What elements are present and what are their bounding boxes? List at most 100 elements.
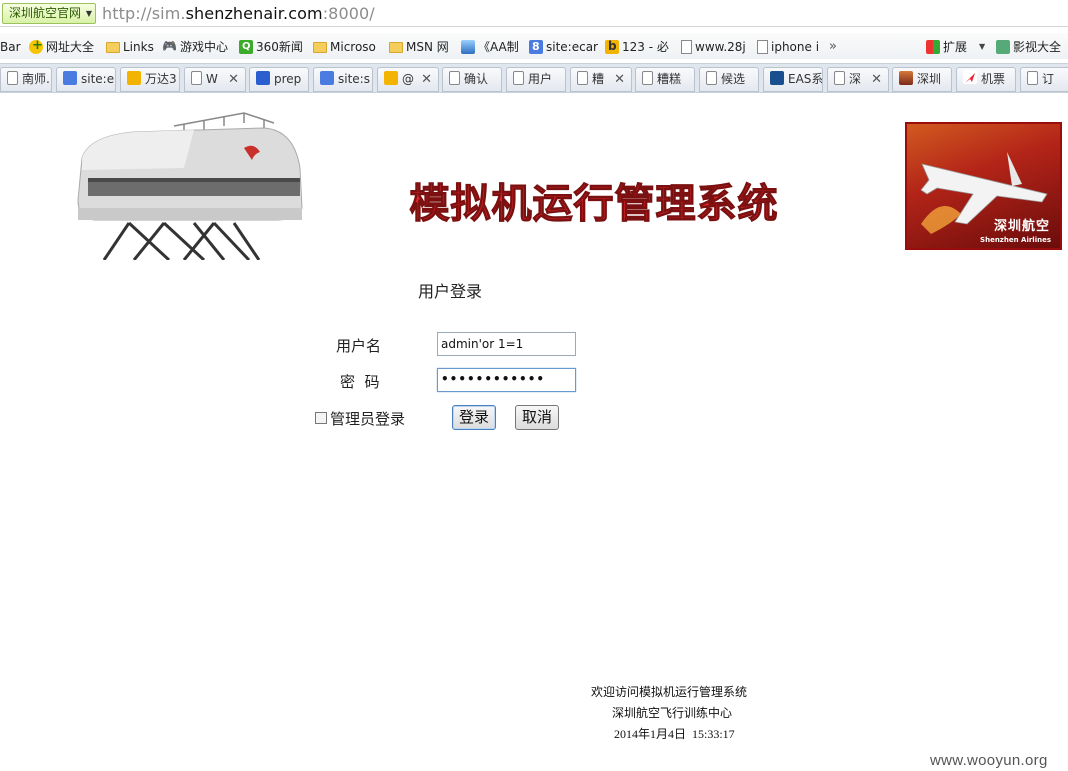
site-badge-dropdown[interactable]: 深圳航空官网 ▼ <box>2 3 97 24</box>
cancel-button[interactable]: 取消 <box>515 405 560 430</box>
tab-label: site:e <box>81 72 115 86</box>
close-icon[interactable]: ✕ <box>871 68 882 91</box>
tab-label: 万达3 <box>145 72 177 86</box>
plus-icon <box>29 37 43 55</box>
close-icon[interactable]: ✕ <box>421 68 432 91</box>
tab[interactable]: 确认 <box>442 67 502 92</box>
bookmark-iphone[interactable]: iphone i <box>757 38 819 56</box>
page-icon <box>757 40 768 54</box>
page-icon <box>191 71 202 85</box>
video-bookmark[interactable]: 影视大全 <box>996 38 1061 56</box>
news-icon <box>239 38 253 56</box>
photo-icon <box>899 71 913 85</box>
tab[interactable]: 糟糕 <box>635 67 695 92</box>
bookmark-360-news[interactable]: 360新闻 <box>239 38 303 56</box>
tab-label: prep <box>274 72 302 86</box>
tab-label: site:s <box>338 72 370 86</box>
bookmark-aa[interactable]: 《AA制 <box>461 38 519 56</box>
tab[interactable]: 万达3 <box>120 67 180 92</box>
tab[interactable]: site:e <box>56 67 116 92</box>
login-button[interactable]: 登录 <box>452 405 497 430</box>
folder-icon <box>389 41 403 53</box>
username-label: 用户名 <box>336 337 382 355</box>
tab[interactable]: 糟 ✕ <box>570 67 632 92</box>
page-icon <box>681 40 692 54</box>
tab[interactable]: 机票 <box>956 67 1016 92</box>
tab[interactable]: prep <box>249 67 309 92</box>
extensions-label: 扩展 <box>943 40 968 54</box>
video-label: 影视大全 <box>1013 40 1062 54</box>
game-controller-icon <box>162 37 177 55</box>
tab[interactable]: 订 <box>1020 67 1068 92</box>
bookmark-label: Microso <box>330 40 376 54</box>
video-icon <box>996 40 1010 54</box>
bing-icon <box>605 37 619 55</box>
bookmark-123[interactable]: 123 - 必 <box>605 37 669 56</box>
tab-label: 候选 <box>721 72 746 86</box>
flight-simulator-image <box>74 108 304 262</box>
bookmark-label: 《AA制 <box>478 40 519 54</box>
login-title: 用户登录 <box>418 282 483 301</box>
tab-label: 糟糕 <box>657 72 682 86</box>
extensions-icon <box>926 40 940 54</box>
tab-label: EAS系 <box>788 72 823 86</box>
bookmark-games[interactable]: 游戏中心 <box>162 37 228 56</box>
bookmarks-bar: Bar 网址大全 Links 游戏中心 360新闻 Microso MSN 网 … <box>0 33 1068 59</box>
username-input[interactable] <box>437 332 576 356</box>
tab[interactable]: 深 ✕ <box>827 67 889 92</box>
logo-text: 深圳航空 <box>993 219 1050 234</box>
bookmark-site-ecar[interactable]: site:ecar <box>529 38 598 56</box>
shenzhen-airlines-logo: 深圳航空 Shenzhen Airlines <box>905 122 1062 250</box>
url-host: shenzhenair.com <box>185 4 323 23</box>
tab[interactable]: 候选 <box>699 67 759 92</box>
tab[interactable]: 南师. <box>0 67 52 92</box>
tab-label: 糟 <box>592 72 605 86</box>
url-suffix: :8000/ <box>322 4 375 23</box>
tab-label: @ <box>402 72 414 86</box>
bookmark-msn[interactable]: MSN 网 <box>389 38 449 56</box>
bookmarks-overflow-button[interactable]: » <box>829 38 837 56</box>
photo-icon <box>461 40 475 54</box>
search-icon <box>320 71 334 85</box>
folder-icon <box>313 41 327 53</box>
url-field[interactable]: http://sim.shenzhenair.com:8000/ <box>102 4 375 23</box>
banner-title-text: 模拟机运行管理系统 <box>410 181 779 227</box>
page-icon <box>449 71 460 85</box>
bookmark-www28j[interactable]: www.28j <box>681 38 746 56</box>
page-icon <box>706 71 717 85</box>
tab[interactable]: 用户 <box>506 67 566 92</box>
close-icon[interactable]: ✕ <box>228 68 239 91</box>
tab-label: 机票 <box>981 72 1006 86</box>
bookmark-links[interactable]: Links <box>106 38 154 56</box>
plane-icon <box>963 70 977 84</box>
site-badge-label: 深圳航空官网 <box>9 6 82 20</box>
tab-strip: 南师. site:e 万达3 W ✕ prep site:s @ ✕ 确认 用户 糟… <box>0 63 1068 93</box>
extensions-button[interactable]: 扩展 ▼ <box>926 38 985 56</box>
tab[interactable]: site:s <box>313 67 373 92</box>
bookmark-label: iphone i <box>771 40 820 54</box>
admin-login-checkbox[interactable] <box>315 412 327 424</box>
tab[interactable]: 深圳 <box>892 67 952 92</box>
admin-login-label: 管理员登录 <box>330 410 406 428</box>
bookmark-bar[interactable]: Bar <box>0 38 21 56</box>
page-icon <box>513 71 524 85</box>
bookmark-url-directory[interactable]: 网址大全 <box>29 37 94 56</box>
tab-label: 用户 <box>528 72 553 86</box>
tab[interactable]: @ ✕ <box>377 67 439 92</box>
bookmark-microsoft[interactable]: Microso <box>313 38 376 56</box>
tab[interactable]: EAS系 <box>763 67 823 92</box>
close-icon[interactable]: ✕ <box>614 68 625 91</box>
chevron-down-icon: ▼ <box>979 42 986 51</box>
tab[interactable]: W ✕ <box>184 67 246 92</box>
page-icon <box>834 71 845 85</box>
bookmark-label: MSN 网 <box>406 40 449 54</box>
bookmark-label: Bar <box>0 40 21 54</box>
bookmark-label: 360新闻 <box>256 40 303 54</box>
search-icon <box>529 38 543 56</box>
tab-label: 订 <box>1042 72 1055 86</box>
tab-label: 深 <box>849 72 862 86</box>
eas-icon <box>770 71 784 85</box>
bookmark-label: site:ecar <box>546 40 598 54</box>
bookmark-label: www.28j <box>695 40 746 54</box>
password-input[interactable]: •••••••••••• <box>437 368 576 392</box>
